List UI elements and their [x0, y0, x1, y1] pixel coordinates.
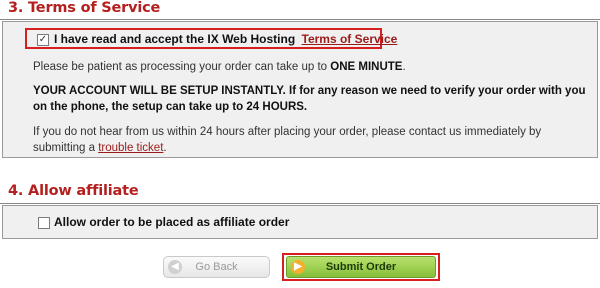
- affiliate-section-title: 4. Allow affiliate: [8, 183, 139, 199]
- submit-order-button[interactable]: ▶ Submit Order: [286, 256, 436, 278]
- accept-terms-highlight: ✓ I have read and accept the IX Web Host…: [25, 28, 397, 49]
- instant-setup-notice: YOUR ACCOUNT WILL BE SETUP INSTANTLY. If…: [33, 85, 586, 113]
- checkmark-icon: ✓: [38, 34, 48, 45]
- trouble-ticket-link[interactable]: trouble ticket: [98, 142, 163, 154]
- processing-time-emphasis: ONE MINUTE: [330, 61, 403, 73]
- go-back-label: Go Back: [195, 261, 238, 273]
- contact-notice: If you do not hear from us within 24 hou…: [33, 124, 593, 156]
- go-back-button[interactable]: ◀ Go Back: [163, 256, 270, 278]
- section-divider: [0, 19, 600, 20]
- processing-notice-text: Please be patient as processing your ord…: [33, 61, 331, 73]
- submit-order-highlight: ▶ Submit Order: [282, 253, 440, 281]
- accept-terms-checkbox[interactable]: ✓: [37, 34, 49, 46]
- terms-panel: ✓ I have read and accept the IX Web Host…: [2, 21, 598, 158]
- accept-terms-text: I have read and accept the IX Web Hostin…: [54, 32, 296, 46]
- accept-terms-label: I have read and accept the IX Web Hostin…: [54, 32, 397, 46]
- contact-notice-suffix: .: [163, 142, 167, 154]
- affiliate-checkbox[interactable]: [38, 217, 50, 229]
- affiliate-panel: Allow order to be placed as affiliate or…: [2, 205, 598, 239]
- terms-section-title: 3. Terms of Service: [8, 0, 161, 16]
- section-divider: [0, 203, 600, 204]
- submit-order-label: Submit Order: [325, 261, 397, 273]
- processing-notice: Please be patient as processing your ord…: [33, 59, 593, 75]
- affiliate-checkbox-label: Allow order to be placed as affiliate or…: [54, 215, 290, 229]
- processing-notice-suffix: .: [402, 61, 406, 73]
- terms-of-service-link[interactable]: Terms of Service: [302, 32, 398, 46]
